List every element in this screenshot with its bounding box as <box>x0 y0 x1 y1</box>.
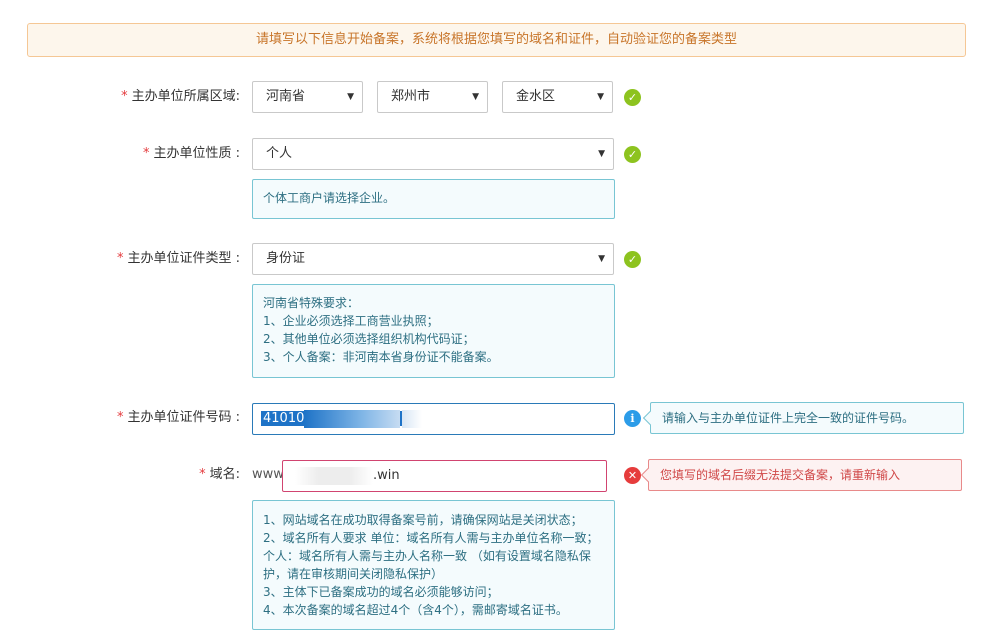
hint-line: 3、主体下已备案成功的域名必须能够访问； <box>263 585 499 599</box>
nature-hint: 个体工商户请选择企业。 <box>252 179 615 219</box>
cert-type-select[interactable]: 身份证 ▼ <box>252 243 614 275</box>
chevron-down-icon: ▼ <box>347 92 354 102</box>
chevron-down-icon: ▼ <box>598 254 605 264</box>
chevron-down-icon: ▼ <box>597 92 604 102</box>
cert-number-label-text: 主办单位证件号码 : <box>127 410 240 425</box>
redacted-mask <box>402 409 423 428</box>
domain-error-tip: 您填写的域名后缀无法提交备案，请重新输入 <box>648 459 962 491</box>
nature-select[interactable]: 个人 ▼ <box>252 138 614 170</box>
required-mark: * <box>121 89 128 104</box>
domain-input[interactable]: .win <box>282 460 607 492</box>
nature-label: * 主办单位性质 : <box>10 139 240 169</box>
hint-line: 2、其他单位必须选择组织机构代码证； <box>263 332 475 346</box>
cert-number-tip: 请输入与主办单位证件上完全一致的证件号码。 <box>650 402 964 434</box>
cert-type-label-text: 主办单位证件类型 : <box>127 251 240 266</box>
region-label-text: 主办单位所属区域: <box>131 89 240 104</box>
cert-type-value: 身份证 <box>266 251 306 266</box>
region-label: * 主办单位所属区域: <box>10 82 240 112</box>
check-icon: ✓ <box>624 146 641 163</box>
chevron-down-icon: ▼ <box>598 149 605 159</box>
error-icon: ✕ <box>624 467 641 484</box>
check-icon: ✓ <box>624 251 641 268</box>
hint-line: 4、本次备案的域名超过4个（含4个），需邮寄域名证书。 <box>263 603 568 617</box>
hint-line: 个人：域名所有人需与主办人名称一致 （如有设置域名隐私保 <box>263 549 591 563</box>
info-icon: i <box>624 410 641 427</box>
domain-label: * 域名: <box>10 460 240 490</box>
domain-hint: 1、网站域名在成功取得备案号前，请确保网站是关闭状态； 2、域名所有人要求 单位… <box>252 500 615 630</box>
nature-value: 个人 <box>266 146 293 161</box>
hint-line: 1、网站域名在成功取得备案号前，请确保网站是关闭状态； <box>263 513 583 527</box>
city-value: 郑州市 <box>391 89 431 104</box>
cert-number-label: * 主办单位证件号码 : <box>10 403 240 433</box>
cert-type-label: * 主办单位证件类型 : <box>10 244 240 274</box>
hint-line: 河南省特殊要求： <box>263 296 360 310</box>
province-value: 河南省 <box>266 89 306 104</box>
required-mark: * <box>142 146 150 161</box>
hint-line: 2、域名所有人要求 单位：域名所有人需与主办单位名称一致； <box>263 531 599 545</box>
district-value: 金水区 <box>516 89 556 104</box>
cert-number-selected-text: 41010 <box>261 409 403 428</box>
domain-suffix: .win <box>373 468 400 483</box>
required-mark: * <box>116 410 124 425</box>
check-icon: ✓ <box>624 89 641 106</box>
cert-number-value: 41010 <box>263 411 305 426</box>
city-select[interactable]: 郑州市 ▼ <box>377 81 488 113</box>
hint-line: 1、企业必须选择工商营业执照； <box>263 314 439 328</box>
cert-number-input[interactable]: 41010 <box>252 403 615 435</box>
domain-label-text: 域名: <box>209 467 240 482</box>
district-select[interactable]: 金水区 ▼ <box>502 81 613 113</box>
cert-type-hint: 河南省特殊要求： 1、企业必须选择工商营业执照； 2、其他单位必须选择组织机构代… <box>252 284 615 378</box>
hint-line: 护，请在审核期间关闭隐私保护） <box>263 567 444 581</box>
chevron-down-icon: ▼ <box>472 92 479 102</box>
notice-banner: 请填写以下信息开始备案，系统将根据您填写的域名和证件，自动验证您的备案类型 <box>27 23 966 57</box>
hint-line: 3、个人备案：非河南本省身份证不能备案。 <box>263 350 499 364</box>
required-mark: * <box>116 251 124 266</box>
required-mark: * <box>199 467 206 482</box>
redacted-mask <box>295 466 373 485</box>
redacted-mask <box>304 409 401 428</box>
nature-label-text: 主办单位性质 : <box>153 146 240 161</box>
province-select[interactable]: 河南省 ▼ <box>252 81 363 113</box>
